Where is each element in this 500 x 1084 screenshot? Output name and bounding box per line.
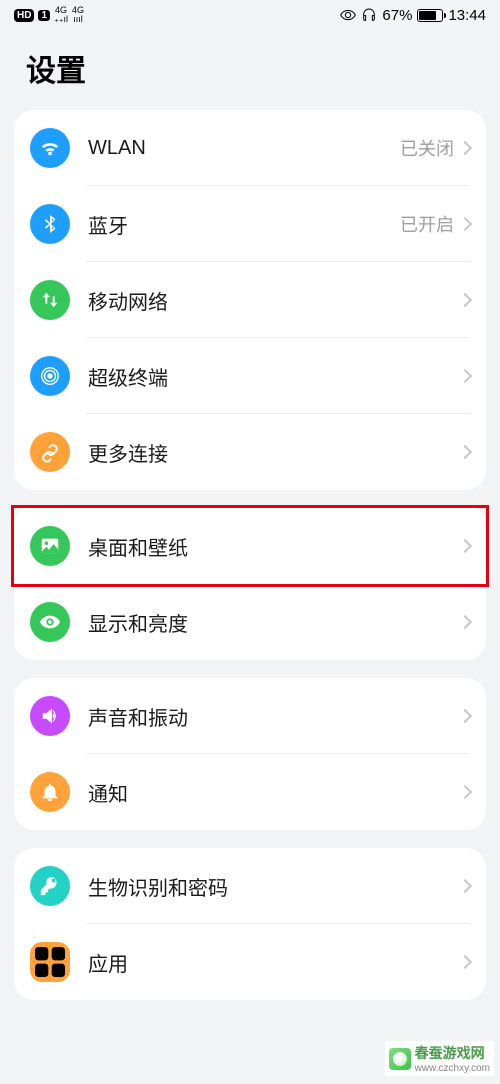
settings-row-super[interactable]: 超级终端 — [14, 338, 486, 414]
sim-badge: 1 — [38, 10, 50, 21]
watermark-name: 春蚕游戏网 — [415, 1045, 485, 1061]
row-label: 显示和亮度 — [88, 608, 460, 637]
page-title: 设置 — [0, 28, 500, 110]
row-label: 生物识别和密码 — [88, 872, 460, 901]
settings-row-sound[interactable]: 声音和振动 — [14, 678, 486, 754]
chevron-right-icon — [458, 141, 472, 155]
status-right: 67% 13:44 — [340, 7, 486, 24]
row-label: 移动网络 — [88, 286, 460, 315]
settings-row-biometric[interactable]: 生物识别和密码 — [14, 848, 486, 924]
settings-row-bluetooth[interactable]: 蓝牙已开启 — [14, 186, 486, 262]
row-label: 应用 — [88, 948, 460, 977]
watermark-url: www.czchxy.com — [415, 1063, 490, 1074]
watermark: 春蚕游戏网 www.czchxy.com — [385, 1041, 494, 1076]
settings-row-display[interactable]: 显示和亮度 — [14, 584, 486, 660]
volume-icon — [30, 696, 70, 736]
chevron-right-icon — [458, 709, 472, 723]
signal-1-icon: 4G ₊₊ıl — [54, 6, 68, 24]
settings-group: 声音和振动通知 — [14, 678, 486, 830]
settings-row-notify[interactable]: 通知 — [14, 754, 486, 830]
wifi-icon — [30, 128, 70, 168]
settings-row-wlan[interactable]: WLAN已关闭 — [14, 110, 486, 186]
settings-row-apps[interactable]: 应用 — [14, 924, 486, 1000]
chevron-right-icon — [458, 879, 472, 893]
row-label: 桌面和壁纸 — [88, 532, 460, 561]
battery-icon — [417, 9, 443, 22]
clock: 13:44 — [448, 7, 486, 24]
settings-group: 桌面和壁纸显示和亮度 — [14, 505, 486, 660]
row-label: 通知 — [88, 778, 460, 807]
row-value: 已关闭 — [400, 135, 454, 161]
status-bar: HD 1 4G ₊₊ıl 4G ıııl 67% 13:44 — [0, 0, 500, 28]
bluetooth-icon — [30, 204, 70, 244]
settings-group: 生物识别和密码应用 — [14, 848, 486, 1000]
headphone-icon — [361, 7, 377, 23]
chevron-right-icon — [458, 445, 472, 459]
radar-icon — [30, 356, 70, 396]
chevron-right-icon — [458, 955, 472, 969]
grid-icon — [30, 942, 70, 982]
updown-icon — [30, 280, 70, 320]
settings-row-wallpaper[interactable]: 桌面和壁纸 — [11, 505, 489, 587]
row-label: WLAN — [88, 137, 400, 160]
bell-icon — [30, 772, 70, 812]
settings-row-more[interactable]: 更多连接 — [14, 414, 486, 490]
chevron-right-icon — [458, 539, 472, 553]
chevron-right-icon — [458, 369, 472, 383]
status-left: HD 1 4G ₊₊ıl 4G ıııl — [14, 6, 84, 24]
settings-row-mobile[interactable]: 移动网络 — [14, 262, 486, 338]
hd-badge: HD — [14, 9, 34, 22]
chevron-right-icon — [458, 217, 472, 231]
chevron-right-icon — [458, 293, 472, 307]
chevron-right-icon — [458, 785, 472, 799]
image-icon — [30, 526, 70, 566]
signal-2-icon: 4G ıııl — [72, 6, 84, 24]
visibility-icon — [340, 7, 356, 23]
chevron-right-icon — [458, 615, 472, 629]
row-label: 声音和振动 — [88, 702, 460, 731]
row-label: 更多连接 — [88, 438, 460, 467]
row-label: 超级终端 — [88, 362, 460, 391]
row-value: 已开启 — [400, 211, 454, 237]
settings-list: WLAN已关闭蓝牙已开启移动网络超级终端更多连接桌面和壁纸显示和亮度声音和振动通… — [0, 110, 500, 1000]
eye-icon — [30, 602, 70, 642]
battery-pct: 67% — [382, 7, 412, 24]
row-label: 蓝牙 — [88, 210, 400, 239]
settings-group: WLAN已关闭蓝牙已开启移动网络超级终端更多连接 — [14, 110, 486, 490]
watermark-logo-icon — [389, 1048, 411, 1070]
link-icon — [30, 432, 70, 472]
